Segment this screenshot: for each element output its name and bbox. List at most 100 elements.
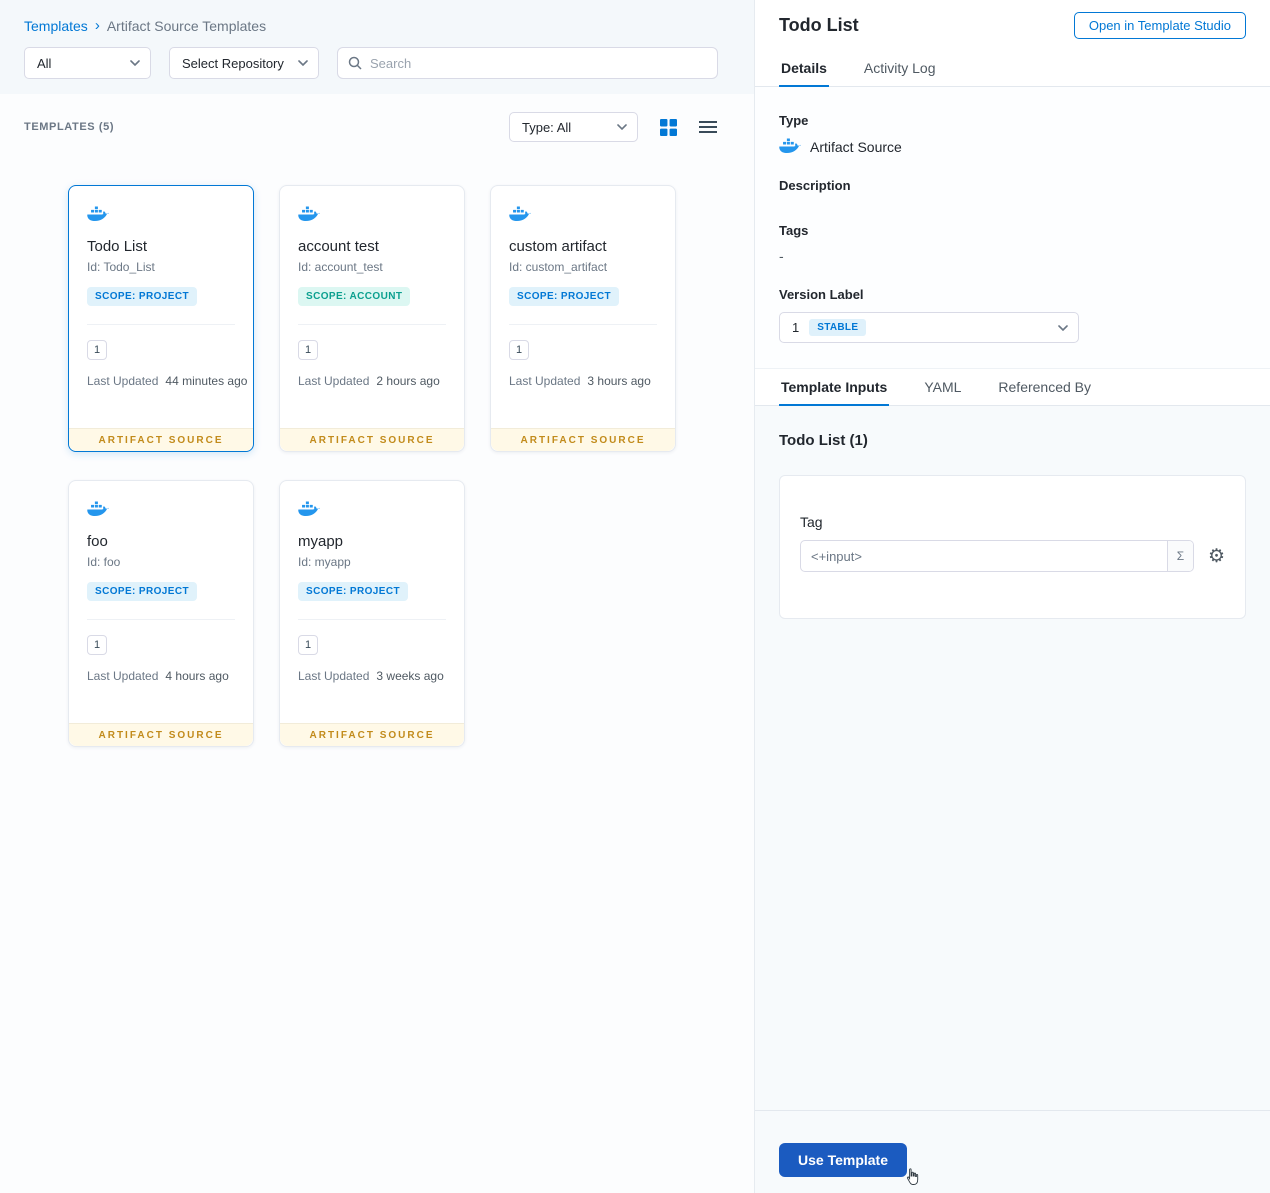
type-filter-dropdown[interactable]: Type: All bbox=[509, 112, 638, 142]
scope-badge: SCOPE: PROJECT bbox=[87, 287, 197, 306]
version-count-box: 1 bbox=[298, 340, 318, 360]
last-updated-label: Last Updated bbox=[87, 669, 159, 683]
breadcrumb-current: Artifact Source Templates bbox=[106, 17, 267, 34]
tab-details[interactable]: Details bbox=[779, 50, 829, 87]
version-label: Version Label bbox=[779, 287, 864, 302]
last-updated-label: Last Updated bbox=[509, 374, 581, 388]
docker-icon bbox=[87, 501, 109, 518]
template-list-pane: Templates › Artifact Source Templates Al… bbox=[0, 0, 755, 1193]
repository-filter-dropdown[interactable]: Select Repository bbox=[169, 47, 319, 79]
grid-view-icon[interactable] bbox=[660, 118, 677, 136]
template-type-footer: ARTIFACT SOURCE bbox=[280, 428, 464, 451]
divider bbox=[509, 324, 657, 325]
list-view-icon[interactable] bbox=[699, 120, 717, 134]
search-input[interactable] bbox=[370, 55, 707, 71]
inputs-form-card: Tag Σ ⚙ bbox=[779, 475, 1246, 619]
card-title: foo bbox=[87, 533, 108, 550]
type-value: Artifact Source bbox=[810, 138, 902, 155]
template-card-todo-list[interactable]: Todo List Id: Todo_List SCOPE: PROJECT 1… bbox=[68, 185, 254, 452]
card-id: Id: account_test bbox=[298, 260, 383, 274]
scope-badge: SCOPE: PROJECT bbox=[298, 582, 408, 601]
card-id: Id: custom_artifact bbox=[509, 260, 608, 274]
divider bbox=[87, 324, 235, 325]
last-updated-label: Last Updated bbox=[298, 669, 370, 683]
details-title: Todo List bbox=[779, 14, 859, 35]
search-icon bbox=[348, 56, 362, 70]
gear-icon[interactable]: ⚙ bbox=[1208, 547, 1225, 566]
scope-filter-value: All bbox=[37, 55, 52, 71]
version-count-box: 1 bbox=[87, 635, 107, 655]
breadcrumb-templates-link[interactable]: Templates bbox=[24, 18, 88, 34]
expression-sigma-button[interactable]: Σ bbox=[1166, 541, 1193, 571]
scope-filter-dropdown[interactable]: All bbox=[24, 47, 151, 79]
card-title: Todo List bbox=[87, 238, 148, 255]
chevron-down-icon bbox=[298, 60, 308, 66]
type-label: Type bbox=[779, 113, 809, 128]
details-header: Todo List Open in Template Studio bbox=[755, 0, 1270, 50]
version-count-box: 1 bbox=[87, 340, 107, 360]
docker-icon bbox=[87, 206, 109, 223]
version-count-box: 1 bbox=[298, 635, 318, 655]
use-template-button[interactable]: Use Template bbox=[779, 1143, 907, 1177]
docker-icon bbox=[779, 138, 801, 155]
tags-value: - bbox=[779, 248, 784, 264]
list-header-bar: Templates › Artifact Source Templates Al… bbox=[0, 0, 754, 94]
tag-field-label: Tag bbox=[800, 514, 823, 530]
open-in-template-studio-button[interactable]: Open in Template Studio bbox=[1073, 11, 1246, 39]
last-updated-value: 2 hours ago bbox=[376, 374, 440, 388]
tags-label: Tags bbox=[779, 223, 809, 238]
docker-icon bbox=[509, 206, 531, 223]
chevron-down-icon bbox=[130, 60, 140, 66]
template-cards-grid: Todo List Id: Todo_List SCOPE: PROJECT 1… bbox=[68, 185, 754, 747]
template-inputs-section: Todo List (1) Tag Σ ⚙ bbox=[755, 406, 1270, 1110]
description-label: Description bbox=[779, 178, 851, 193]
tab-template-inputs[interactable]: Template Inputs bbox=[779, 369, 890, 406]
app-window: Templates › Artifact Source Templates Al… bbox=[0, 0, 1270, 1193]
template-card-account-test[interactable]: account test Id: account_test SCOPE: ACC… bbox=[279, 185, 465, 452]
template-card-foo[interactable]: foo Id: foo SCOPE: PROJECT 1 Last Update… bbox=[68, 480, 254, 747]
details-tabs: Details Activity Log bbox=[755, 50, 1270, 87]
last-updated-label: Last Updated bbox=[298, 374, 370, 388]
template-type-footer: ARTIFACT SOURCE bbox=[69, 428, 253, 451]
last-updated-value: 3 hours ago bbox=[587, 374, 651, 388]
breadcrumb-separator-icon: › bbox=[94, 17, 100, 34]
details-fields: Type Artifact Source Description Tags - … bbox=[755, 87, 1270, 368]
version-value: 1 bbox=[792, 320, 800, 335]
scope-badge: SCOPE: PROJECT bbox=[87, 582, 197, 601]
card-id: Id: foo bbox=[87, 555, 121, 569]
scope-badge: SCOPE: PROJECT bbox=[509, 287, 619, 306]
breadcrumb: Templates › Artifact Source Templates bbox=[24, 17, 730, 34]
tab-activity-log[interactable]: Activity Log bbox=[862, 50, 938, 87]
tab-yaml[interactable]: YAML bbox=[922, 369, 963, 406]
card-title: custom artifact bbox=[509, 238, 607, 255]
template-card-custom-artifact[interactable]: custom artifact Id: custom_artifact SCOP… bbox=[490, 185, 676, 452]
action-bar: Use Template bbox=[755, 1110, 1270, 1193]
divider bbox=[298, 324, 446, 325]
search-box bbox=[337, 47, 718, 79]
template-card-myapp[interactable]: myapp Id: myapp SCOPE: PROJECT 1 Last Up… bbox=[279, 480, 465, 747]
template-type-footer: ARTIFACT SOURCE bbox=[491, 428, 675, 451]
scope-badge: SCOPE: ACCOUNT bbox=[298, 287, 411, 306]
divider bbox=[87, 619, 235, 620]
tab-referenced-by[interactable]: Referenced By bbox=[996, 369, 1093, 406]
chevron-down-icon bbox=[1058, 325, 1068, 331]
card-title: account test bbox=[298, 238, 379, 255]
tag-input[interactable] bbox=[801, 541, 1167, 571]
last-updated-value: 3 weeks ago bbox=[376, 669, 444, 683]
repository-filter-value: Select Repository bbox=[182, 55, 284, 71]
list-controls-row: TEMPLATES (5) Type: All bbox=[0, 94, 754, 142]
card-id: Id: myapp bbox=[298, 555, 351, 569]
last-updated-value: 4 hours ago bbox=[165, 669, 229, 683]
card-id: Id: Todo_List bbox=[87, 260, 155, 274]
version-count-box: 1 bbox=[509, 340, 529, 360]
last-updated-label: Last Updated bbox=[87, 374, 159, 388]
inputs-tabs: Template Inputs YAML Referenced By bbox=[755, 368, 1270, 406]
inputs-title: Todo List (1) bbox=[779, 432, 868, 449]
template-type-footer: ARTIFACT SOURCE bbox=[69, 723, 253, 746]
template-details-pane: Todo List Open in Template Studio Detail… bbox=[755, 0, 1270, 1193]
tag-input-wrapper: Σ bbox=[800, 540, 1194, 572]
docker-icon bbox=[298, 206, 320, 223]
templates-count-label: TEMPLATES (5) bbox=[24, 121, 115, 133]
version-dropdown[interactable]: 1 STABLE bbox=[779, 312, 1079, 343]
divider bbox=[298, 619, 446, 620]
